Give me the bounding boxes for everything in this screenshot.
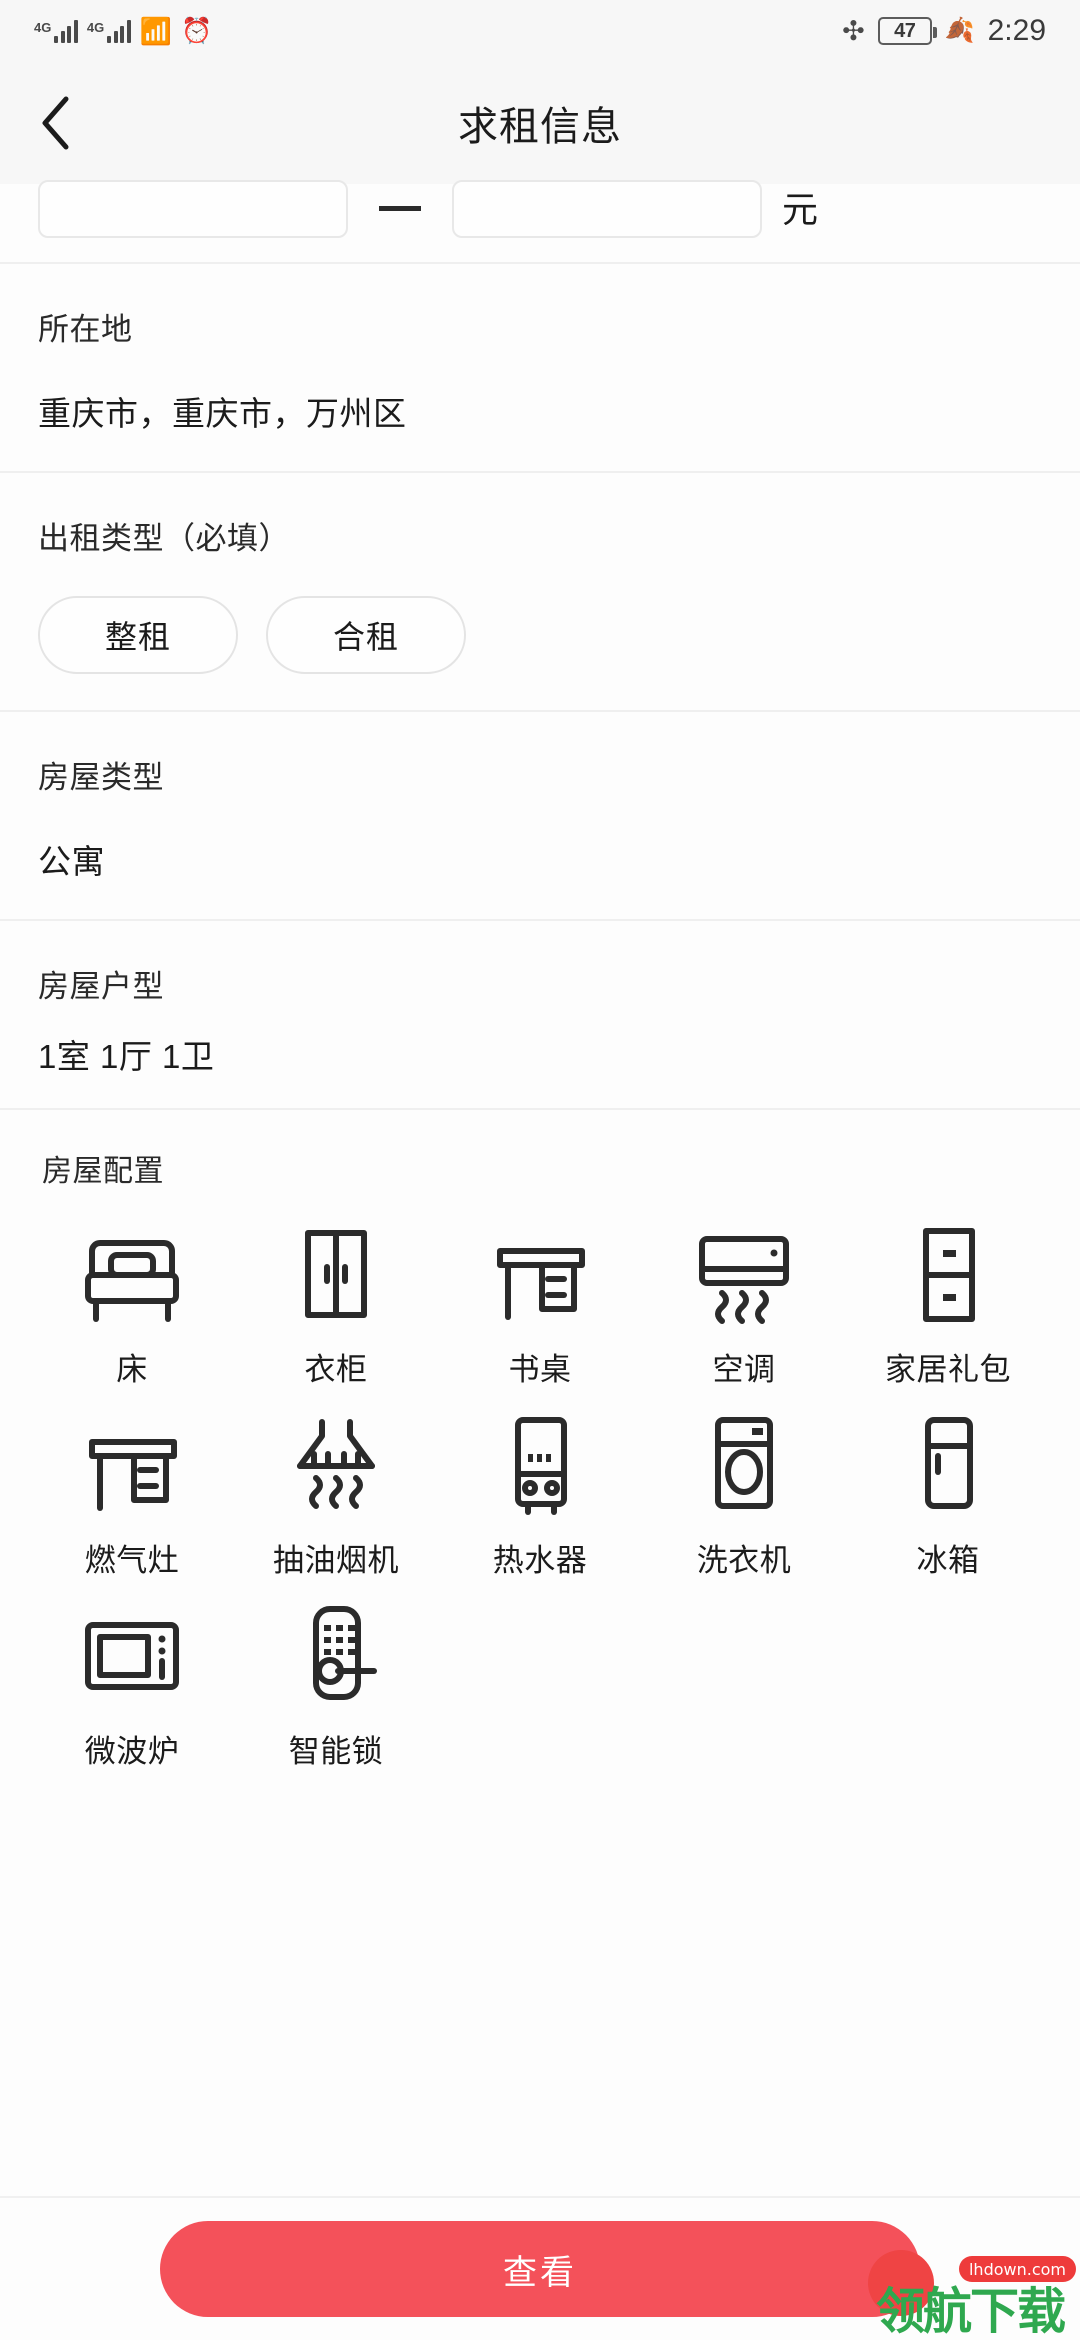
amenity-item-desk[interactable]: 书桌 (438, 1216, 642, 1389)
rent-type-label: 出租类型（必填） (38, 521, 290, 556)
price-range-row: 元 (0, 180, 1080, 262)
amenity-item-smart-lock[interactable]: 智能锁 (234, 1598, 438, 1771)
amenity-label: 书桌 (508, 1352, 572, 1387)
price-max-input[interactable] (452, 180, 762, 238)
air-conditioner-icon (690, 1216, 798, 1334)
amenity-item-range-hood[interactable]: 抽油烟机 (234, 1407, 438, 1580)
amenities-title: 房屋配置 (42, 1155, 164, 1188)
amenity-item-refrigerator[interactable]: 冰箱 (846, 1407, 1050, 1580)
amenity-label: 家居礼包 (885, 1352, 1011, 1387)
watermark-text: 领航下载 (876, 2283, 1066, 2340)
amenity-label: 智能锁 (288, 1734, 384, 1769)
battery-level-label: 47 (894, 19, 916, 42)
layout-value: 1室 1厅 1卫 (38, 1038, 215, 1075)
house-type-label: 房屋类型 (38, 760, 164, 795)
network-type-sim1-label: 4G (34, 20, 52, 35)
refrigerator-icon (894, 1407, 1002, 1525)
amenity-item-air-conditioner[interactable]: 空调 (642, 1216, 846, 1389)
price-unit-label: 元 (782, 189, 819, 230)
amenity-label: 衣柜 (304, 1352, 368, 1387)
house-type-value: 公寓 (38, 843, 105, 880)
signal-sim2: 4G (87, 19, 131, 43)
amenities-section: 房屋配置 床 衣柜 书桌 空调 家居礼包 燃气灶 抽油烟机 热水器 洗衣机 冰箱… (0, 1110, 1080, 1823)
amenity-label: 冰箱 (916, 1543, 980, 1578)
signal-bars-sim1-icon (54, 19, 78, 43)
layout-section[interactable]: 房屋户型 1室 1厅 1卫 (0, 921, 1080, 1110)
layout-label: 房屋户型 (38, 969, 164, 1004)
price-range-separator (364, 184, 436, 232)
status-bar: 4G 4G 📶 ⏰ ✣ 47 🍂 2:29 (0, 0, 1080, 62)
location-section[interactable]: 所在地 重庆市，重庆市，万州区 (0, 264, 1080, 473)
page-title: 求租信息 (458, 105, 622, 149)
desk-icon (486, 1216, 594, 1334)
status-bar-left: 4G 4G 📶 ⏰ (34, 18, 212, 44)
clock-label: 2:29 (987, 14, 1046, 47)
view-button[interactable]: 查看 (160, 2221, 920, 2317)
scroll-content[interactable]: 元 所在地 重庆市，重庆市，万州区 出租类型（必填） 整租 合租 房屋类型 公寓… (0, 180, 1080, 2196)
status-bar-right: ✣ 47 🍂 2:29 (842, 14, 1046, 48)
rent-type-section: 出租类型（必填） 整租 合租 (0, 473, 1080, 712)
phone-screen: 4G 4G 📶 ⏰ ✣ 47 🍂 2:29 求租信息 元 所在地 重庆市，重庆市… (0, 0, 1080, 2340)
cabinet-icon (894, 1216, 1002, 1334)
amenity-item-water-heater[interactable]: 热水器 (438, 1407, 642, 1580)
rent-type-chip-whole[interactable]: 整租 (38, 596, 238, 674)
amenity-label: 微波炉 (84, 1734, 180, 1769)
amenity-label: 热水器 (492, 1543, 588, 1578)
amenity-item-microwave[interactable]: 微波炉 (30, 1598, 234, 1771)
watermark-badge: lhdown.com (958, 2256, 1076, 2282)
price-range-section: 元 (0, 180, 1080, 264)
amenity-label: 空调 (712, 1352, 776, 1387)
wardrobe-icon (282, 1216, 390, 1334)
signal-bars-sim2-icon (107, 19, 131, 43)
amenity-label: 床 (116, 1352, 148, 1387)
amenity-item-home-gift-pack[interactable]: 家居礼包 (846, 1216, 1050, 1389)
leaf-icon: 🍂 (944, 17, 975, 44)
amenity-item-washing-machine[interactable]: 洗衣机 (642, 1407, 846, 1580)
bluetooth-icon: ✣ (842, 15, 865, 46)
washing-machine-icon (690, 1407, 798, 1525)
amenity-label: 燃气灶 (84, 1543, 180, 1578)
network-type-sim2-label: 4G (86, 20, 105, 35)
bed-icon (78, 1216, 186, 1334)
nav-bar: 求租信息 (0, 62, 1080, 184)
rent-type-chip-shared[interactable]: 合租 (266, 596, 466, 674)
amenity-label: 抽油烟机 (273, 1543, 399, 1578)
amenity-label: 洗衣机 (696, 1543, 792, 1578)
gas-stove-icon (78, 1407, 186, 1525)
amenity-item-bed[interactable]: 床 (30, 1216, 234, 1389)
house-type-section[interactable]: 房屋类型 公寓 (0, 712, 1080, 921)
range-hood-icon (282, 1407, 390, 1525)
signal-sim1: 4G (34, 19, 78, 43)
battery-icon: 47 (877, 17, 937, 45)
microwave-icon (78, 1598, 186, 1716)
watermark: 领航下载 lhdown.com (868, 2250, 1080, 2340)
location-label: 所在地 (38, 312, 133, 347)
location-value: 重庆市，重庆市，万州区 (38, 395, 407, 432)
amenities-grid: 床 衣柜 书桌 空调 家居礼包 燃气灶 抽油烟机 热水器 洗衣机 冰箱 微波炉 … (30, 1216, 1050, 1771)
rent-type-chip-group: 整租 合租 (38, 596, 1042, 674)
smart-lock-icon (282, 1598, 390, 1716)
water-heater-icon (486, 1407, 594, 1525)
amenity-item-wardrobe[interactable]: 衣柜 (234, 1216, 438, 1389)
amenity-item-gas-stove[interactable]: 燃气灶 (30, 1407, 234, 1580)
alarm-clock-icon: ⏰ (181, 16, 213, 45)
price-min-input[interactable] (38, 180, 348, 238)
wifi-icon: 📶 (139, 16, 173, 46)
